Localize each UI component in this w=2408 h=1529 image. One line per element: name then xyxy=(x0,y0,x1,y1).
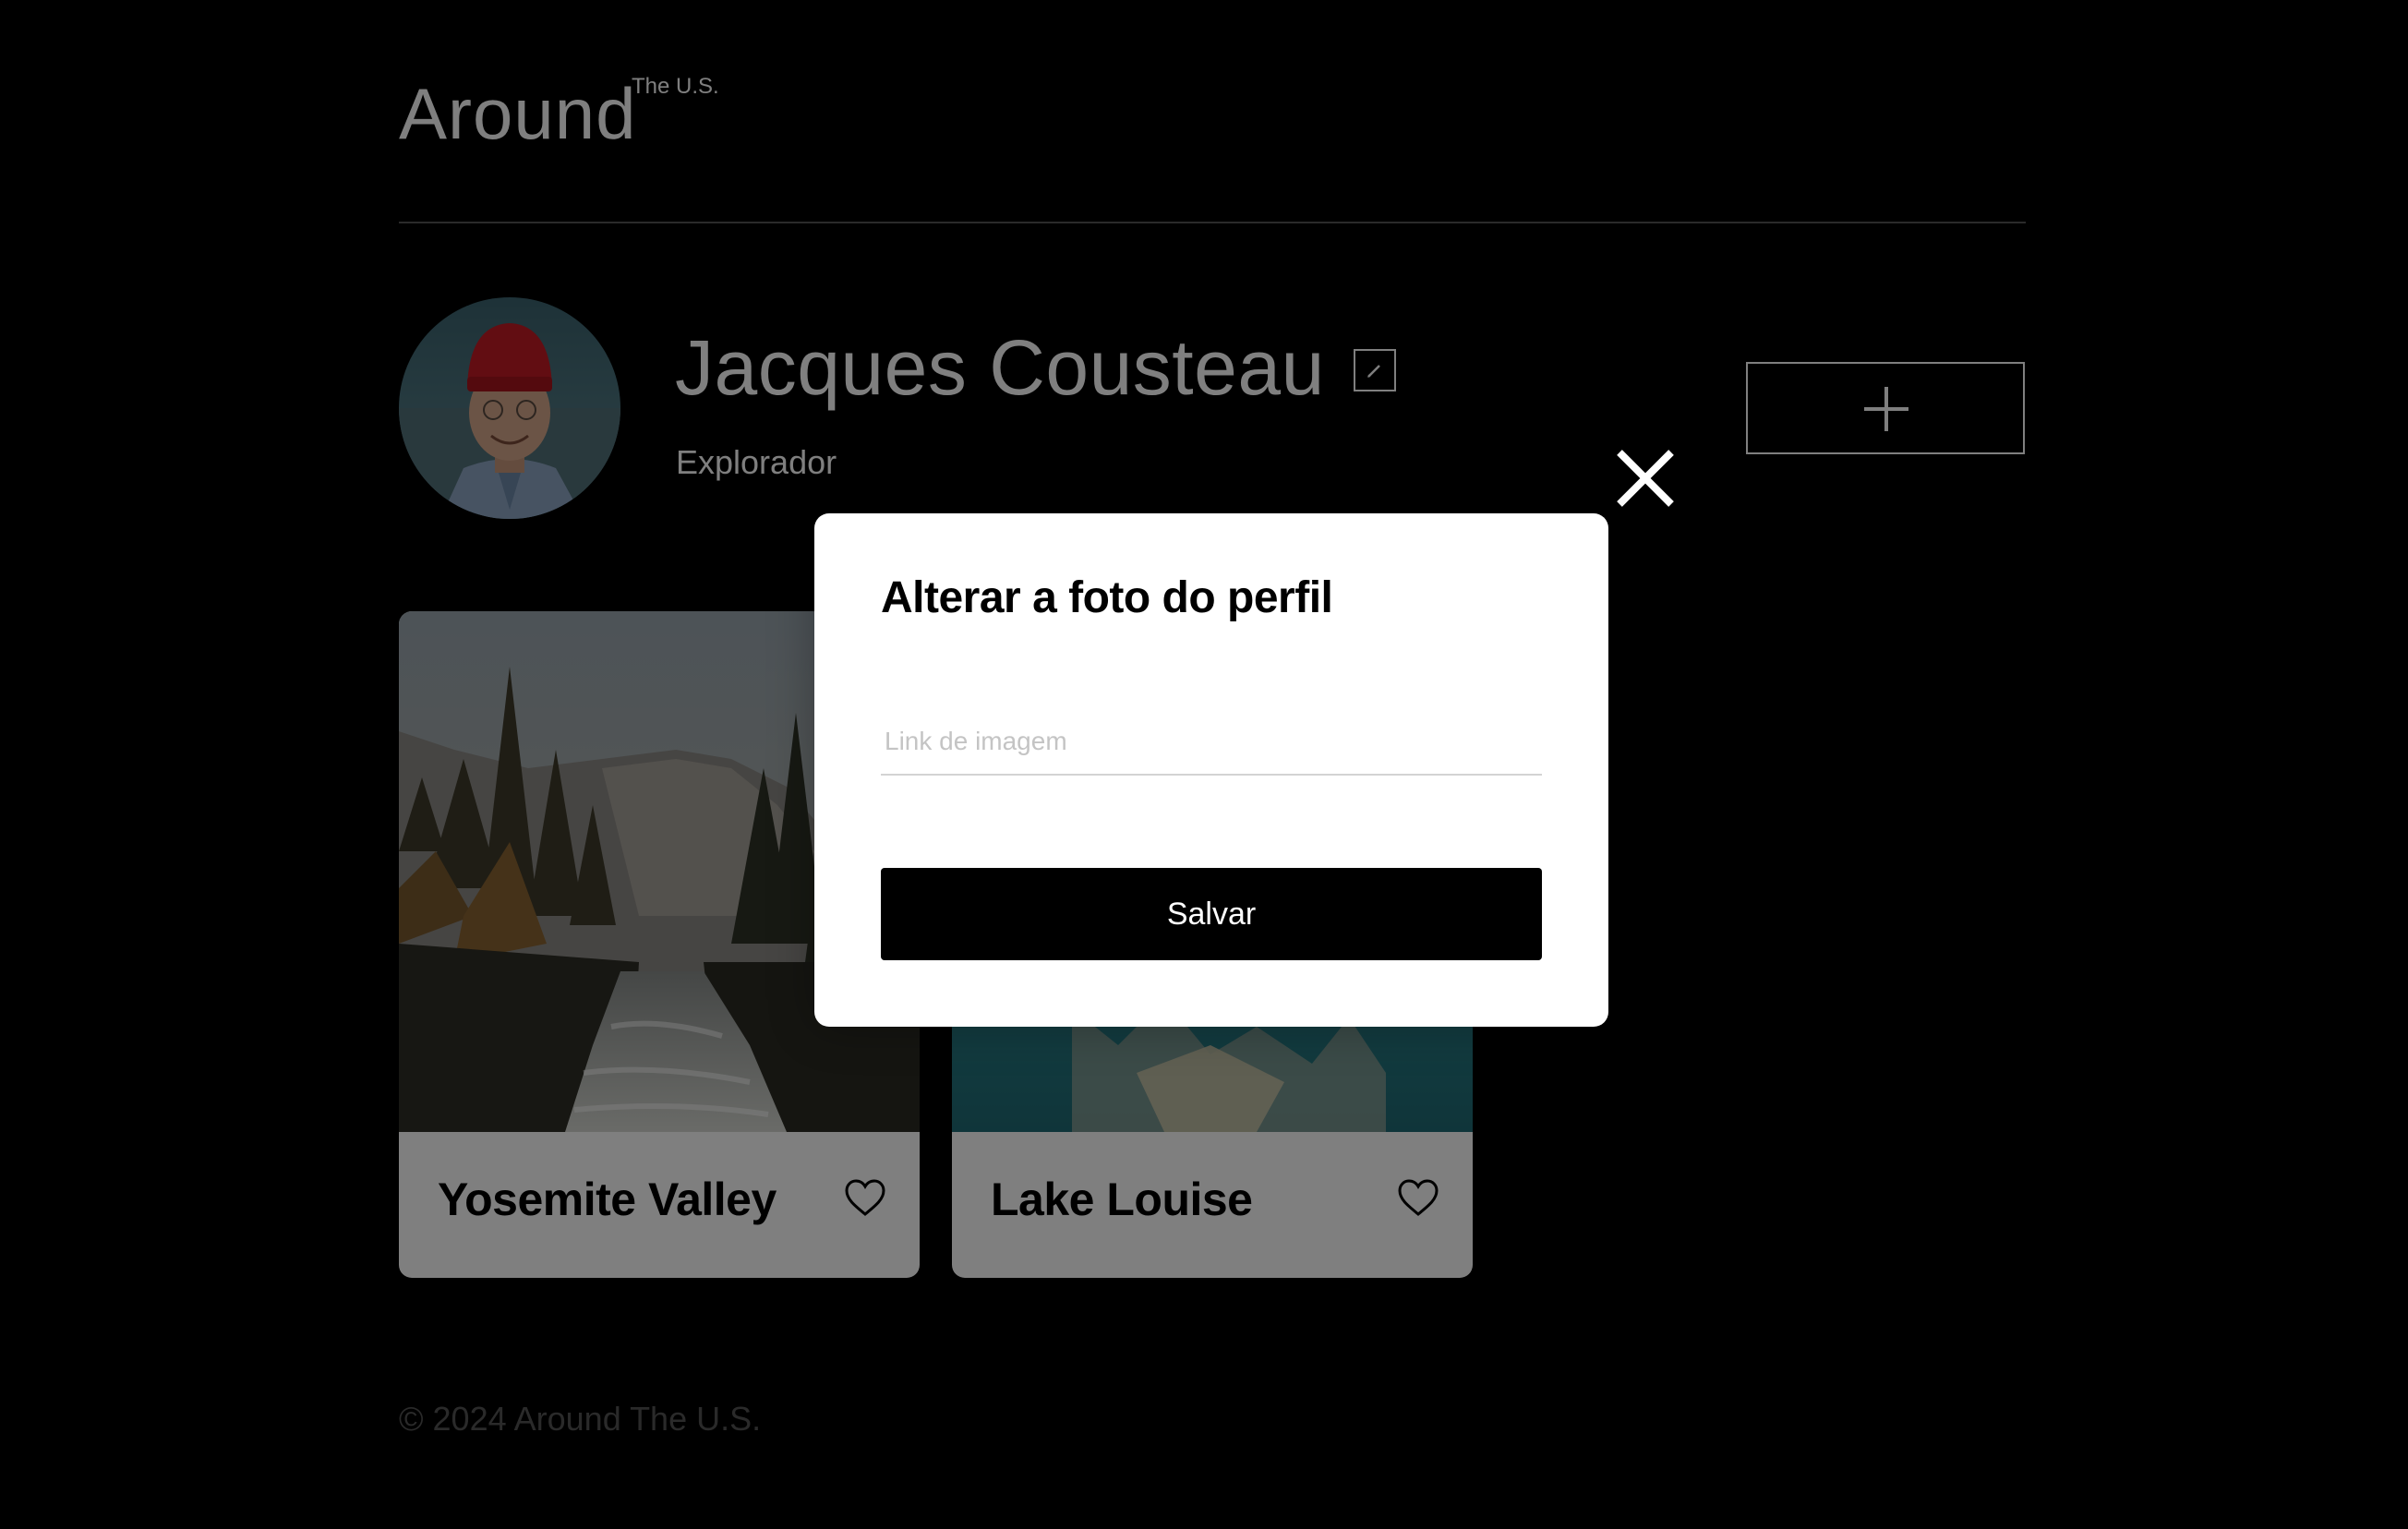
edit-avatar-popup: Alterar a foto do perfil Salvar xyxy=(814,513,1608,1027)
close-icon[interactable] xyxy=(1614,447,1677,510)
avatar-link-input[interactable] xyxy=(881,709,1542,776)
save-button[interactable]: Salvar xyxy=(881,868,1542,960)
popup-title: Alterar a foto do perfil xyxy=(881,573,1333,622)
